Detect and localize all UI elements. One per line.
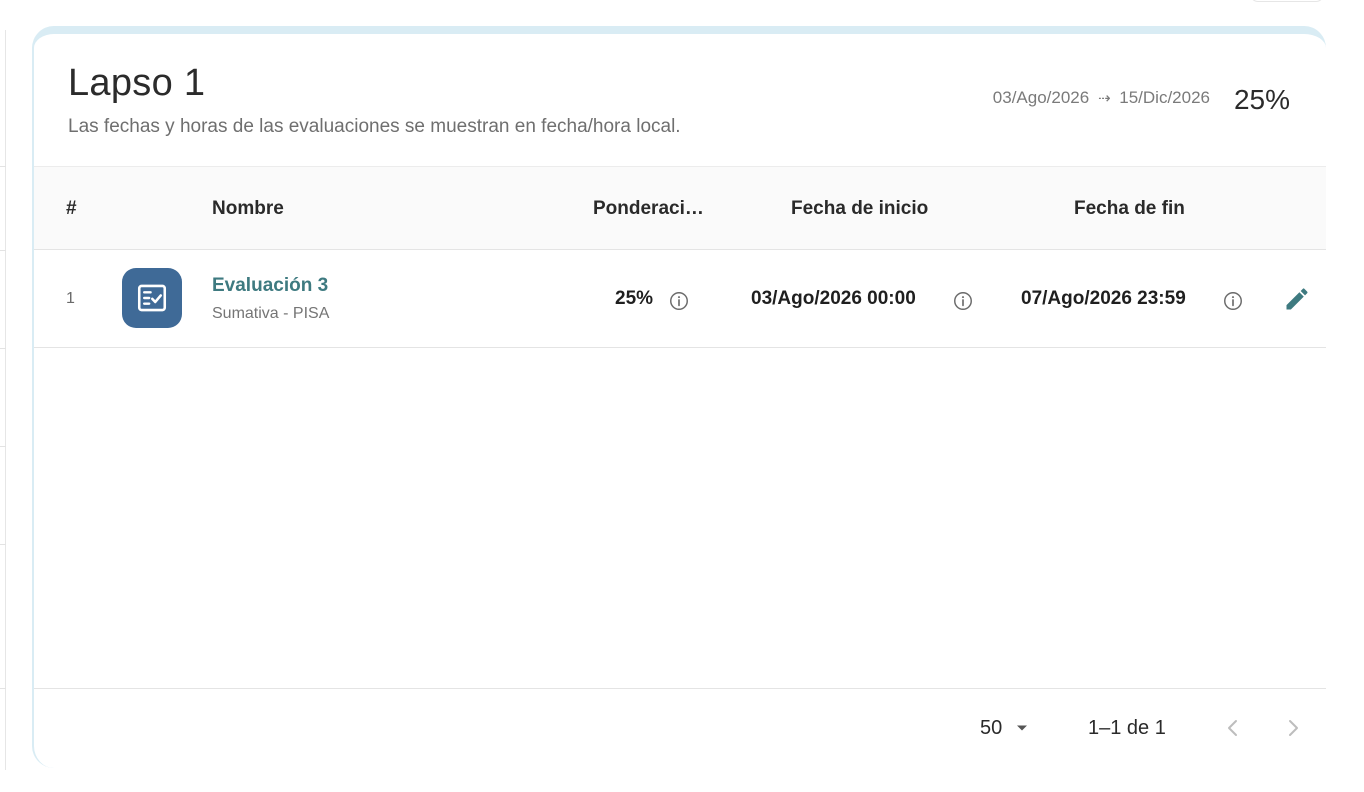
next-page-button[interactable] (1278, 713, 1308, 743)
period-card: Lapso 1 Las fechas y horas de las evalua… (32, 26, 1326, 768)
chevron-left-icon (1228, 720, 1237, 736)
evaluation-name-link[interactable]: Evaluación 3 (212, 275, 328, 297)
evaluation-weight: 25% (615, 288, 654, 309)
evaluation-type: Sumativa - PISA (212, 305, 330, 322)
checklist-icon (137, 284, 167, 312)
evaluation-avatar (122, 268, 182, 328)
table-header: # Nombre Ponderaci… Fecha de inicio Fech… (34, 166, 1326, 250)
info-icon[interactable] (668, 290, 690, 312)
period-title: Lapso 1 (68, 62, 206, 104)
row-number: 1 (66, 290, 75, 307)
pencil-icon (1286, 288, 1308, 310)
table-pagination: 50 1–1 de 1 (34, 688, 1326, 768)
column-header-weight[interactable]: Ponderaci… (593, 198, 708, 220)
arrow-right-icon: ⇢ (1097, 90, 1111, 107)
column-header-name[interactable]: Nombre (212, 198, 284, 220)
rows-per-page-select[interactable]: 50 (980, 713, 1032, 743)
evaluation-start-date: 03/Ago/2026 00:00 (751, 288, 916, 309)
column-header-end-date[interactable]: Fecha de fin (1074, 198, 1185, 220)
card-header: Lapso 1 Las fechas y horas de las evalua… (34, 34, 1326, 166)
period-date-range: 03/Ago/2026 ⇢ 15/Dic/2026 (993, 88, 1210, 108)
background-divider (0, 544, 6, 545)
background-panel-edge (0, 30, 6, 770)
table-row[interactable]: 1 Evaluación 3 Sumativa - PISA 25% 03/Ag… (34, 250, 1326, 348)
caret-down-icon (1017, 725, 1028, 731)
background-divider (0, 688, 6, 689)
pagination-range: 1–1 de 1 (1088, 717, 1166, 739)
chevron-right-icon (1289, 720, 1298, 736)
period-start-date: 03/Ago/2026 (992, 88, 1090, 107)
previous-page-button[interactable] (1218, 713, 1248, 743)
info-icon[interactable] (952, 290, 974, 312)
edit-button[interactable] (1282, 284, 1312, 314)
period-weight: 25% (1233, 84, 1290, 115)
background-divider (0, 446, 6, 447)
column-header-start-date[interactable]: Fecha de inicio (791, 198, 928, 220)
period-subtitle: Las fechas y horas de las evaluaciones s… (68, 116, 681, 137)
background-divider (0, 166, 6, 167)
background-chip (1250, 0, 1324, 2)
background-divider (0, 250, 6, 251)
column-header-number[interactable]: # (66, 198, 77, 220)
info-icon[interactable] (1222, 290, 1244, 312)
period-end-date: 15/Dic/2026 (1119, 88, 1210, 107)
background-divider (0, 348, 6, 349)
evaluation-end-date: 07/Ago/2026 23:59 (1021, 288, 1186, 309)
rows-per-page-value: 50 (980, 716, 1003, 739)
